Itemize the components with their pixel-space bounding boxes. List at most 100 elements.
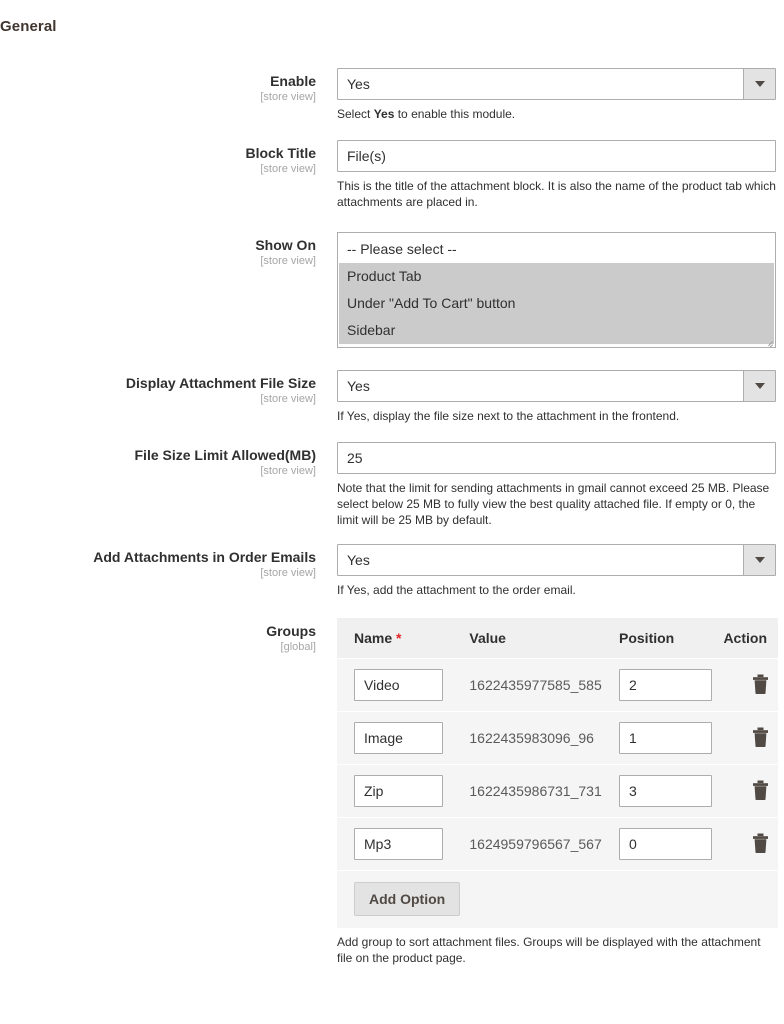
- label-text: Add Attachments in Order Emails: [93, 549, 316, 565]
- field-label-display-file-size: Display Attachment File Size [store view…: [0, 370, 326, 405]
- multiselect-option-under-add-to-cart[interactable]: Under "Add To Cart" button: [339, 290, 774, 317]
- field-control-enable: Yes Select Yes to enable this module.: [337, 68, 776, 122]
- settings-form: Enable [store view] Yes Select Yes to en…: [0, 68, 784, 980]
- groups-note: Add group to sort attachment files. Grou…: [337, 935, 761, 965]
- column-header-action: Action: [723, 618, 778, 659]
- scope-text: [global]: [280, 641, 316, 654]
- groups-table-head: Name * Value Position Action: [337, 618, 778, 659]
- label-text: Show On: [255, 237, 316, 253]
- group-value-text: 1624959796567_567: [469, 836, 602, 852]
- cell-value: 1622435983096_96: [469, 711, 619, 765]
- cell-name: Video: [337, 658, 470, 712]
- table-header-row: Name * Value Position Action: [337, 618, 778, 659]
- cell-action: [723, 817, 778, 871]
- group-position-input[interactable]: 3: [619, 775, 712, 807]
- trash-icon[interactable]: [752, 833, 769, 853]
- field-control-file-size-limit: 25 Note that the limit for sending attac…: [337, 442, 776, 528]
- order-emails-note: If Yes, add the attachment to the order …: [337, 583, 576, 597]
- cell-value: 1624959796567_567: [469, 817, 619, 871]
- scope-text: [store view]: [260, 393, 316, 406]
- cell-position: 1: [619, 711, 724, 765]
- cell-name: Zip: [337, 764, 470, 818]
- group-name-input[interactable]: Zip: [354, 775, 443, 807]
- label-text: Enable: [270, 73, 316, 89]
- field-label-show-on: Show On [store view]: [0, 232, 326, 267]
- cell-action: [723, 711, 778, 765]
- display-file-size-select-value[interactable]: Yes: [337, 370, 776, 402]
- table-row: Mp3 1624959796567_567 0: [337, 817, 778, 871]
- group-position-input[interactable]: 1: [619, 722, 712, 754]
- group-value-text: 1622435977585_585: [469, 677, 602, 693]
- field-row-display-file-size: Display Attachment File Size [store view…: [0, 370, 784, 424]
- cell-position: 0: [619, 817, 724, 871]
- enable-note: Select Yes to enable this module.: [337, 106, 776, 122]
- field-row-block-title: Block Title [store view] File(s) This is…: [0, 140, 784, 210]
- file-size-limit-note: Note that the limit for sending attachme…: [337, 481, 770, 527]
- enable-note-suffix: to enable this module.: [394, 107, 516, 121]
- column-header-position: Position: [619, 618, 724, 659]
- scope-text: [store view]: [260, 567, 316, 580]
- field-label-block-title: Block Title [store view]: [0, 140, 326, 175]
- chevron-down-icon[interactable]: [743, 69, 775, 99]
- groups-table-body: Video 1622435977585_585 2 Image 16224359…: [337, 658, 778, 928]
- display-file-size-note: If Yes, display the file size next to th…: [337, 409, 680, 423]
- cell-position: 2: [619, 658, 724, 712]
- group-position-input[interactable]: 2: [619, 669, 712, 701]
- add-option-button[interactable]: Add Option: [354, 882, 461, 916]
- table-row: Video 1622435977585_585 2: [337, 658, 778, 712]
- label-text: Groups: [266, 623, 316, 639]
- trash-icon[interactable]: [752, 727, 769, 747]
- field-control-show-on: -- Please select -- Product Tab Under "A…: [337, 232, 776, 348]
- cell-add-option: Add Option: [337, 870, 778, 928]
- enable-select-value[interactable]: Yes: [337, 68, 776, 100]
- scope-text: [store view]: [260, 465, 316, 478]
- enable-select[interactable]: Yes: [337, 68, 776, 100]
- group-name-input[interactable]: Image: [354, 722, 443, 754]
- block-title-note: This is the title of the attachment bloc…: [337, 179, 776, 209]
- groups-table: Name * Value Position Action Video 16224…: [337, 618, 778, 928]
- display-file-size-select[interactable]: Yes: [337, 370, 776, 402]
- field-control-order-emails: Yes If Yes, add the attachment to the or…: [337, 544, 776, 598]
- column-header-name: Name *: [337, 618, 470, 659]
- field-label-file-size-limit: File Size Limit Allowed(MB) [store view]: [0, 442, 326, 477]
- field-row-groups: Groups [global] Name * Value Position Ac…: [0, 618, 784, 966]
- group-name-input[interactable]: Mp3: [354, 828, 443, 860]
- cell-action: [723, 658, 778, 712]
- field-label-groups: Groups [global]: [0, 618, 326, 653]
- show-on-multiselect[interactable]: -- Please select -- Product Tab Under "A…: [337, 232, 776, 348]
- group-position-input[interactable]: 0: [619, 828, 712, 860]
- label-text: File Size Limit Allowed(MB): [134, 447, 317, 463]
- field-label-order-emails: Add Attachments in Order Emails [store v…: [0, 544, 326, 579]
- order-emails-select-value[interactable]: Yes: [337, 544, 776, 576]
- page-title: General: [0, 18, 57, 35]
- cell-action: [723, 764, 778, 818]
- column-header-name-label: Name: [354, 630, 393, 646]
- field-row-show-on: Show On [store view] -- Please select --…: [0, 232, 784, 348]
- required-marker: *: [396, 630, 402, 646]
- field-control-block-title: File(s) This is the title of the attachm…: [337, 140, 776, 210]
- table-row: Image 1622435983096_96 1: [337, 711, 778, 765]
- field-row-order-emails: Add Attachments in Order Emails [store v…: [0, 544, 784, 598]
- cell-name: Mp3: [337, 817, 470, 871]
- chevron-down-icon[interactable]: [743, 545, 775, 575]
- enable-note-prefix: Select: [337, 107, 374, 121]
- scope-text: [store view]: [260, 255, 316, 268]
- cell-value: 1622435977585_585: [469, 658, 619, 712]
- column-header-value: Value: [469, 618, 619, 659]
- field-label-enable: Enable [store view]: [0, 68, 326, 103]
- field-control-display-file-size: Yes If Yes, display the file size next t…: [337, 370, 776, 424]
- scope-text: [store view]: [260, 91, 316, 104]
- cell-name: Image: [337, 711, 470, 765]
- multiselect-option-product-tab[interactable]: Product Tab: [339, 263, 774, 290]
- chevron-down-icon[interactable]: [743, 371, 775, 401]
- trash-icon[interactable]: [752, 780, 769, 800]
- trash-icon[interactable]: [752, 674, 769, 694]
- multiselect-option-placeholder[interactable]: -- Please select --: [339, 236, 774, 263]
- file-size-limit-input[interactable]: 25: [337, 442, 776, 474]
- multiselect-option-sidebar[interactable]: Sidebar: [339, 317, 774, 344]
- order-emails-select[interactable]: Yes: [337, 544, 776, 576]
- scope-text: [store view]: [260, 163, 316, 176]
- block-title-input[interactable]: File(s): [337, 140, 776, 172]
- group-name-input[interactable]: Video: [354, 669, 443, 701]
- group-value-text: 1622435983096_96: [469, 730, 594, 746]
